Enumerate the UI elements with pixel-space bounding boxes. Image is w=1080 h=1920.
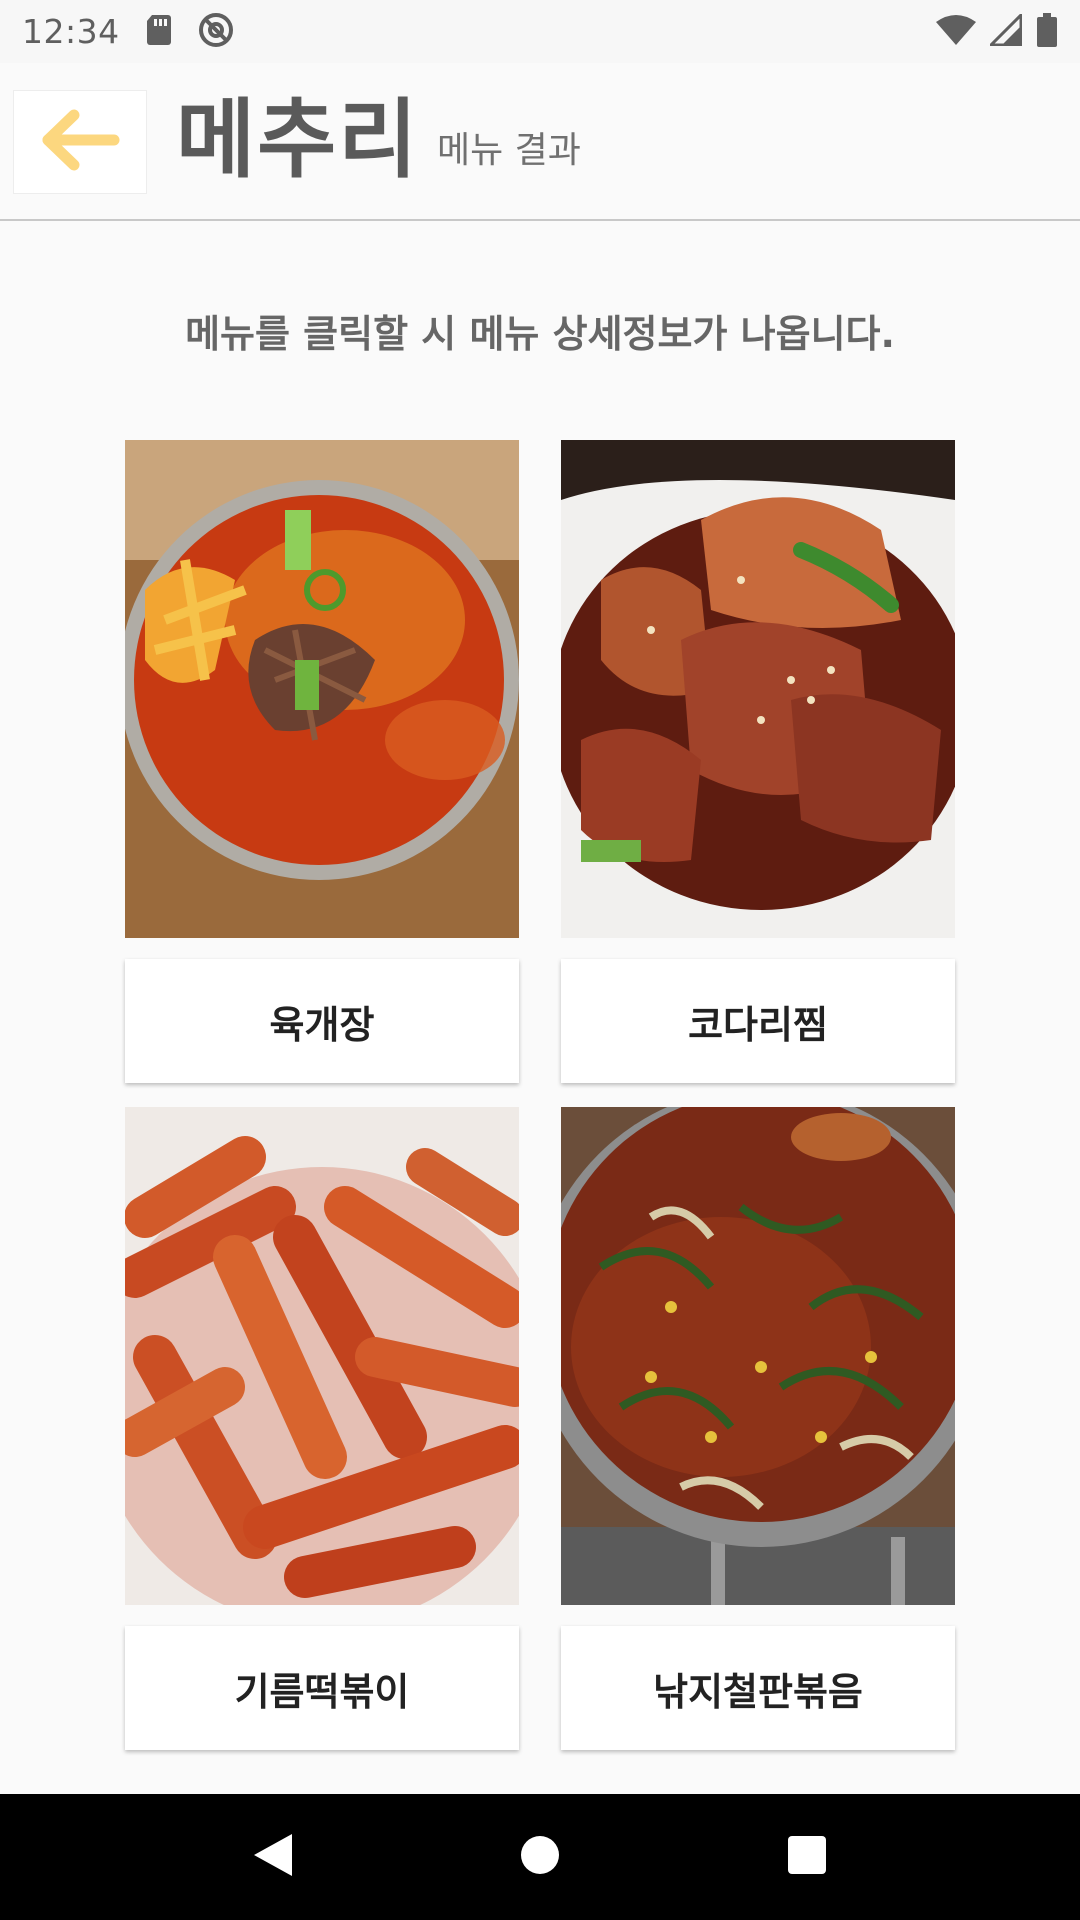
status-bar: 12:34 [0,0,1080,63]
instruction-text: 메뉴를 클릭할 시 메뉴 상세정보가 나옵니다. [185,312,895,356]
recents-square-icon [787,1835,827,1879]
nav-home-button[interactable] [500,1817,580,1897]
status-time: 12:34 [22,12,120,51]
menu-label[interactable]: 코다리찜 [561,959,955,1083]
menu-image[interactable] [561,1107,955,1605]
signal-icon [987,10,1023,50]
no-disturb-icon [198,12,234,52]
menu-image[interactable] [125,1107,519,1605]
menu-image[interactable] [125,440,519,938]
battery-icon [1036,12,1058,51]
app-header: 메추리 메뉴 결과 [0,63,1080,221]
menu-label[interactable]: 낚지철판볶음 [561,1626,955,1750]
arrow-left-icon [40,108,120,176]
app-title: 메추리 [176,90,420,190]
home-circle-icon [519,1834,561,1880]
menu-label[interactable]: 기름떡볶이 [125,1626,519,1750]
nav-recents-button[interactable] [767,1817,847,1897]
menu-image[interactable] [561,440,955,938]
sd-card-icon [146,14,172,49]
back-triangle-icon [252,1832,294,1882]
app-subtitle: 메뉴 결과 [437,130,581,171]
nav-bar [0,1794,1080,1920]
nav-back-button[interactable] [233,1817,313,1897]
back-button[interactable] [13,90,147,194]
menu-label[interactable]: 육개장 [125,959,519,1083]
wifi-icon [936,14,976,50]
